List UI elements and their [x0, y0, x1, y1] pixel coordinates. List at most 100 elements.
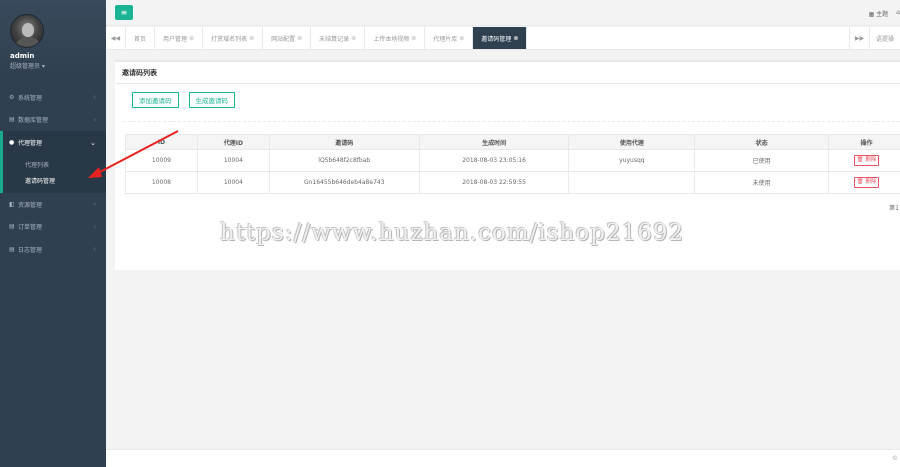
tab-home[interactable]: 首页: [126, 27, 156, 49]
close-icon[interactable]: ⊗: [189, 35, 194, 42]
footer-text: ©: [892, 455, 898, 462]
column-header-status[interactable]: 状态: [694, 134, 830, 150]
table-row: 10008 10004 Gn16455b646deb4a8e743 2018-0…: [125, 171, 900, 194]
sidebar-item-agents[interactable]: ● 代理管理 ⌄: [0, 131, 106, 154]
cell-action: 🗑 删除: [828, 149, 900, 172]
theme-link[interactable]: ▦ 主题: [869, 9, 889, 18]
chevron-down-icon: ⌄: [90, 138, 96, 147]
sidebar-item-label: 日志管理: [18, 246, 43, 254]
cell-status: 未使用: [694, 171, 830, 194]
chevron-left-icon: ‹: [93, 200, 96, 209]
action-buttons: 添加邀请码 生成邀请码: [132, 92, 235, 108]
cell-id: 10008: [125, 171, 198, 194]
close-icon[interactable]: ⊗: [249, 35, 254, 42]
avatar[interactable]: [10, 14, 44, 48]
sidebar-item-label: 数据库管理: [18, 117, 49, 125]
tab-close-operations[interactable]: 语提操: [868, 27, 900, 49]
menu-toggle-button[interactable]: ≡: [115, 5, 133, 20]
avatar-body: [16, 37, 40, 47]
database-icon: ▤: [9, 116, 15, 124]
pagination-info: 第1页: [889, 205, 900, 212]
column-header-code[interactable]: 邀请码: [268, 134, 420, 150]
profile-area: admin 超级管理员 ▾: [0, 0, 106, 76]
cell-agent-id: 10004: [196, 171, 270, 194]
gear-icon: ⚙: [9, 93, 15, 101]
sidebar-item-system[interactable]: ⚙ 系统管理 ‹: [0, 86, 106, 109]
add-invite-code-button[interactable]: 添加邀请码: [132, 92, 179, 108]
close-icon[interactable]: ⊗: [351, 35, 356, 42]
sidebar-subitem-agent-list[interactable]: 代理列表: [3, 156, 106, 172]
home-icon[interactable]: ⌂: [896, 9, 900, 18]
close-icon[interactable]: ⊗: [513, 35, 518, 42]
tab-label: 打赏域名列表: [211, 35, 248, 43]
sidebar-item-label: 资源管理: [18, 201, 43, 209]
tab-label: 网站配置: [271, 35, 296, 43]
column-header-used-by[interactable]: 使用代理: [568, 134, 696, 150]
cell-code: Gn16455b646deb4a8e743: [268, 171, 420, 194]
main-content: 邀请码列表 添加邀请码 生成邀请码 ID 代理ID 邀请码 生成时间 使用代理 …: [106, 50, 900, 467]
top-right-links: ▦ 主题 ⌂: [869, 9, 900, 18]
tab-label: 首页: [134, 35, 147, 43]
tab-site-config[interactable]: 网站配置 ⊗: [263, 27, 312, 49]
tabs-bar: ◀◀ 首页 用户管理 ⊗ 打赏域名列表 ⊗ 网站配置 ⊗ 未结算记录 ⊗ 上传本地视频 ⊗…: [106, 27, 900, 50]
tab-label: 未结算记录: [319, 35, 350, 43]
tab-unsettled[interactable]: 未结算记录 ⊗: [311, 27, 366, 49]
close-icon[interactable]: ⊗: [411, 35, 416, 42]
panel-title: 邀请码列表: [115, 62, 900, 84]
generate-invite-code-button[interactable]: 生成邀请码: [188, 92, 235, 108]
tab-agent-library[interactable]: 代理片库 ⊗: [425, 27, 474, 49]
sidebar: admin 超级管理员 ▾ ⚙ 系统管理 ‹ ▤ 数据库管理 ‹ ● 代理管理 …: [0, 0, 106, 467]
folder-icon: ◧: [9, 200, 15, 208]
chevron-left-icon: ‹: [93, 245, 96, 254]
tab-scroll-left-button[interactable]: ◀◀: [106, 27, 126, 49]
cell-time: 2018-08-03 23:05:16: [418, 149, 570, 172]
tab-reward-domains[interactable]: 打赏域名列表 ⊗: [203, 27, 264, 49]
sidebar-item-label: 系统管理: [18, 94, 43, 102]
close-icon[interactable]: ⊗: [297, 35, 302, 42]
divider: [123, 121, 900, 122]
sidebar-item-logs[interactable]: ▤ 日志管理 ‹: [0, 238, 106, 261]
tab-label: 代理片库: [433, 35, 458, 43]
tab-spacer: [527, 27, 849, 49]
tab-invite-codes[interactable]: 邀请码管理 ⊗: [473, 27, 528, 49]
column-header-agent-id[interactable]: 代理ID: [196, 134, 270, 150]
users-icon: ●: [9, 139, 15, 146]
role-dropdown[interactable]: 超级管理员 ▾: [10, 61, 45, 70]
delete-button[interactable]: 🗑 删除: [853, 155, 880, 166]
cell-used-by: yuyusqq: [568, 149, 696, 172]
chevron-left-icon: ‹: [93, 93, 96, 102]
tab-users[interactable]: 用户管理 ⊗: [155, 27, 204, 49]
column-header-time[interactable]: 生成时间: [418, 134, 570, 150]
sidebar-subnav: 代理列表 邀请码管理: [0, 154, 106, 193]
log-icon: ▤: [9, 245, 15, 253]
column-header-action: 操作: [828, 134, 900, 150]
tab-label: 用户管理: [163, 35, 188, 43]
cell-id: 10009: [125, 149, 198, 172]
list-icon: ▤: [9, 223, 15, 231]
sidebar-item-label: 订单管理: [18, 224, 43, 232]
cell-code: lQ5b648f2c8fbab: [268, 149, 420, 172]
delete-button[interactable]: 🗑 删除: [853, 177, 880, 188]
cell-action: 🗑 删除: [828, 171, 900, 194]
top-bar: ≡ ▦ 主题 ⌂: [106, 0, 900, 26]
sidebar-subitem-invite-codes[interactable]: 邀请码管理: [3, 172, 106, 188]
cell-status: 已使用: [694, 149, 830, 172]
table-header-row: ID 代理ID 邀请码 生成时间 使用代理 状态 操作: [125, 134, 900, 150]
footer: ©: [106, 449, 900, 467]
close-icon[interactable]: ⊗: [459, 35, 464, 42]
sidebar-item-resources[interactable]: ◧ 资源管理 ‹: [0, 193, 106, 216]
column-header-id[interactable]: ID: [125, 134, 198, 150]
table-row: 10009 10004 lQ5b648f2c8fbab 2018-08-03 2…: [125, 149, 900, 172]
sidebar-item-database[interactable]: ▤ 数据库管理 ‹: [0, 109, 106, 132]
tab-scroll-right-button[interactable]: ▶▶: [848, 27, 869, 49]
theme-label: 主题: [876, 11, 889, 18]
watermark: https://www.huzhan.com/ishop21692: [220, 220, 685, 246]
chevron-left-icon: ‹: [93, 115, 96, 124]
username: admin: [10, 52, 35, 60]
tab-label: 邀请码管理: [481, 35, 512, 43]
tab-upload-video[interactable]: 上传本地视频 ⊗: [365, 27, 426, 49]
sidebar-item-orders[interactable]: ▤ 订单管理 ‹: [0, 216, 106, 239]
sidebar-item-label: 代理管理: [18, 140, 43, 147]
avatar-face: [22, 23, 34, 37]
sidebar-nav: ⚙ 系统管理 ‹ ▤ 数据库管理 ‹ ● 代理管理 ⌄ 代理列表 邀请码管理 ◧…: [0, 86, 106, 261]
